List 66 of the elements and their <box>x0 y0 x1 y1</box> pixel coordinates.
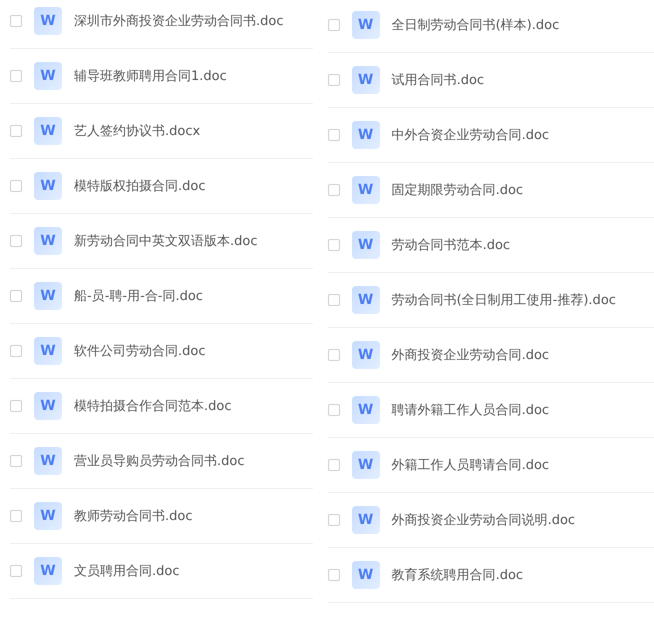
checkbox[interactable] <box>10 70 22 82</box>
checkbox[interactable] <box>10 15 22 27</box>
checkbox[interactable] <box>328 404 340 416</box>
word-document-icon: W <box>34 557 62 585</box>
checkbox[interactable] <box>10 510 22 522</box>
checkbox[interactable] <box>10 455 22 467</box>
checkbox[interactable] <box>328 294 340 306</box>
file-name[interactable]: 船-员-聘-用-合-同.doc <box>74 287 203 305</box>
word-document-icon: W <box>352 396 380 424</box>
word-document-icon: W <box>352 286 380 314</box>
file-name[interactable]: 辅导班教师聘用合同1.doc <box>74 67 227 85</box>
checkbox[interactable] <box>10 235 22 247</box>
checkbox[interactable] <box>328 514 340 526</box>
file-name[interactable]: 中外合资企业劳动合同.doc <box>392 126 550 144</box>
word-document-icon: W <box>34 117 62 145</box>
word-document-icon: W <box>352 231 380 259</box>
file-name[interactable]: 文员聘用合同.doc <box>74 562 180 580</box>
word-document-icon: W <box>352 121 380 149</box>
checkbox[interactable] <box>10 125 22 137</box>
file-name[interactable]: 外商投资企业劳动合同说明.doc <box>392 511 576 529</box>
word-document-icon: W <box>34 282 62 310</box>
word-document-icon: W <box>34 227 62 255</box>
word-document-icon: W <box>34 7 62 35</box>
word-document-icon: W <box>34 392 62 420</box>
word-document-icon: W <box>34 172 62 200</box>
word-document-icon: W <box>34 62 62 90</box>
word-document-icon: W <box>34 337 62 365</box>
word-document-icon: W <box>352 11 380 39</box>
file-name[interactable]: 外籍工作人员聘请合同.doc <box>392 456 550 474</box>
word-document-icon: W <box>352 561 380 589</box>
word-document-icon: W <box>352 506 380 534</box>
file-name[interactable]: 营业员导购员劳动合同书.doc <box>74 452 244 470</box>
checkbox[interactable] <box>10 565 22 577</box>
checkbox[interactable] <box>328 349 340 361</box>
file-name[interactable]: 艺人签约协议书.docx <box>74 122 200 140</box>
checkbox[interactable] <box>328 74 340 86</box>
file-name[interactable]: 外商投资企业劳动合同.doc <box>392 346 550 364</box>
checkbox[interactable] <box>328 19 340 31</box>
checkbox[interactable] <box>10 290 22 302</box>
checkbox[interactable] <box>328 569 340 581</box>
checkbox[interactable] <box>328 129 340 141</box>
checkbox[interactable] <box>328 459 340 471</box>
file-name[interactable]: 模特版权拍摄合同.doc <box>74 177 206 195</box>
file-name[interactable]: 教师劳动合同书.doc <box>74 507 192 525</box>
word-document-icon: W <box>352 176 380 204</box>
file-name[interactable]: 新劳动合同中英文双语版本.doc <box>74 232 258 250</box>
word-document-icon: W <box>34 447 62 475</box>
checkbox[interactable] <box>10 180 22 192</box>
checkbox[interactable] <box>10 400 22 412</box>
file-name[interactable]: 深圳市外商投资企业劳动合同书.doc <box>74 12 284 30</box>
checkbox[interactable] <box>10 345 22 357</box>
file-name[interactable]: 劳动合同书(全日制用工使用-推荐).doc <box>392 291 616 309</box>
file-name[interactable]: 固定期限劳动合同.doc <box>392 181 524 199</box>
file-name[interactable]: 全日制劳动合同书(样本).doc <box>392 16 560 34</box>
word-document-icon: W <box>352 341 380 369</box>
file-name[interactable]: 劳动合同书范本.doc <box>392 236 510 254</box>
checkbox[interactable] <box>328 184 340 196</box>
word-document-icon: W <box>352 451 380 479</box>
word-document-icon: W <box>34 502 62 530</box>
word-document-icon: W <box>352 66 380 94</box>
file-name[interactable]: 试用合同书.doc <box>392 71 484 89</box>
file-name[interactable]: 聘请外籍工作人员合同.doc <box>392 401 550 419</box>
file-name[interactable]: 教育系统聘用合同.doc <box>392 566 524 584</box>
file-name[interactable]: 模特拍摄合作合同范本.doc <box>74 397 232 415</box>
file-name[interactable]: 软件公司劳动合同.doc <box>74 342 206 360</box>
checkbox[interactable] <box>328 239 340 251</box>
